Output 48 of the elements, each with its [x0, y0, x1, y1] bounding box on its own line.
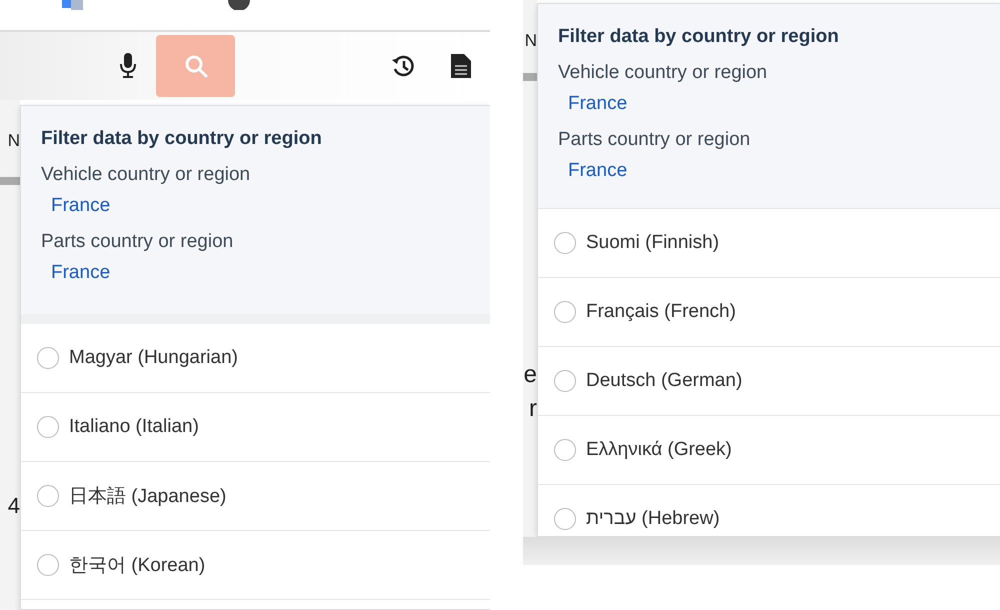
page-text: r: [529, 397, 537, 421]
language-label: Italiano (Italian): [69, 416, 199, 438]
filter-label: Vehicle country or region: [41, 164, 250, 186]
tab-indicator: [523, 73, 537, 81]
language-label: Magyar (Hungarian): [69, 347, 238, 369]
filter-label: Parts country or region: [558, 129, 750, 151]
microphone-icon[interactable]: [120, 53, 136, 79]
radio-button[interactable]: [554, 232, 576, 254]
language-option[interactable]: Français (French): [538, 278, 1000, 347]
language-option[interactable]: Ελληνικά (Greek): [538, 416, 1000, 485]
filter-title: Filter data by country or region: [558, 26, 839, 48]
language-label: Ελληνικά (Greek): [586, 439, 732, 461]
language-option[interactable]: 日本語 (Japanese): [21, 462, 490, 531]
filter-value[interactable]: France: [51, 262, 110, 284]
filter-value[interactable]: France: [51, 195, 110, 217]
language-option[interactable]: Italiano (Italian): [21, 393, 490, 462]
radio-button[interactable]: [37, 416, 59, 438]
filter-title: Filter data by country or region: [41, 128, 322, 150]
radio-button[interactable]: [554, 370, 576, 392]
radio-button[interactable]: [554, 439, 576, 461]
filter-value[interactable]: France: [568, 93, 628, 115]
radio-button[interactable]: [37, 347, 59, 369]
page-text: N: [524, 32, 537, 49]
language-label: עברית (Hebrew): [586, 508, 720, 530]
radio-button[interactable]: [554, 301, 576, 323]
document-icon[interactable]: [450, 53, 472, 79]
language-label: 日本語 (Japanese): [69, 485, 226, 509]
search-icon: [182, 53, 208, 79]
page-text: e: [524, 363, 537, 387]
page-text: N: [8, 132, 20, 149]
language-label: Deutsch (German): [586, 370, 742, 392]
search-button[interactable]: [156, 35, 235, 97]
language-option[interactable]: Deutsch (German): [538, 347, 1000, 416]
language-label: Suomi (Finnish): [586, 232, 720, 254]
language-option[interactable]: 한국어 (Korean): [21, 531, 490, 600]
language-label: Français (French): [586, 301, 736, 323]
radio-button[interactable]: [37, 485, 59, 507]
filter-value[interactable]: France: [568, 160, 628, 182]
page-text: 4: [8, 495, 20, 517]
language-option[interactable]: Magyar (Hungarian): [21, 324, 490, 393]
language-label: 한국어 (Korean): [69, 554, 206, 578]
filter-label: Parts country or region: [41, 231, 234, 253]
radio-button[interactable]: [554, 508, 576, 530]
filter-label: Vehicle country or region: [558, 62, 768, 84]
history-icon[interactable]: [390, 53, 416, 79]
tab-indicator: [0, 177, 20, 185]
radio-button[interactable]: [37, 554, 59, 576]
language-option[interactable]: Suomi (Finnish): [538, 209, 1000, 278]
